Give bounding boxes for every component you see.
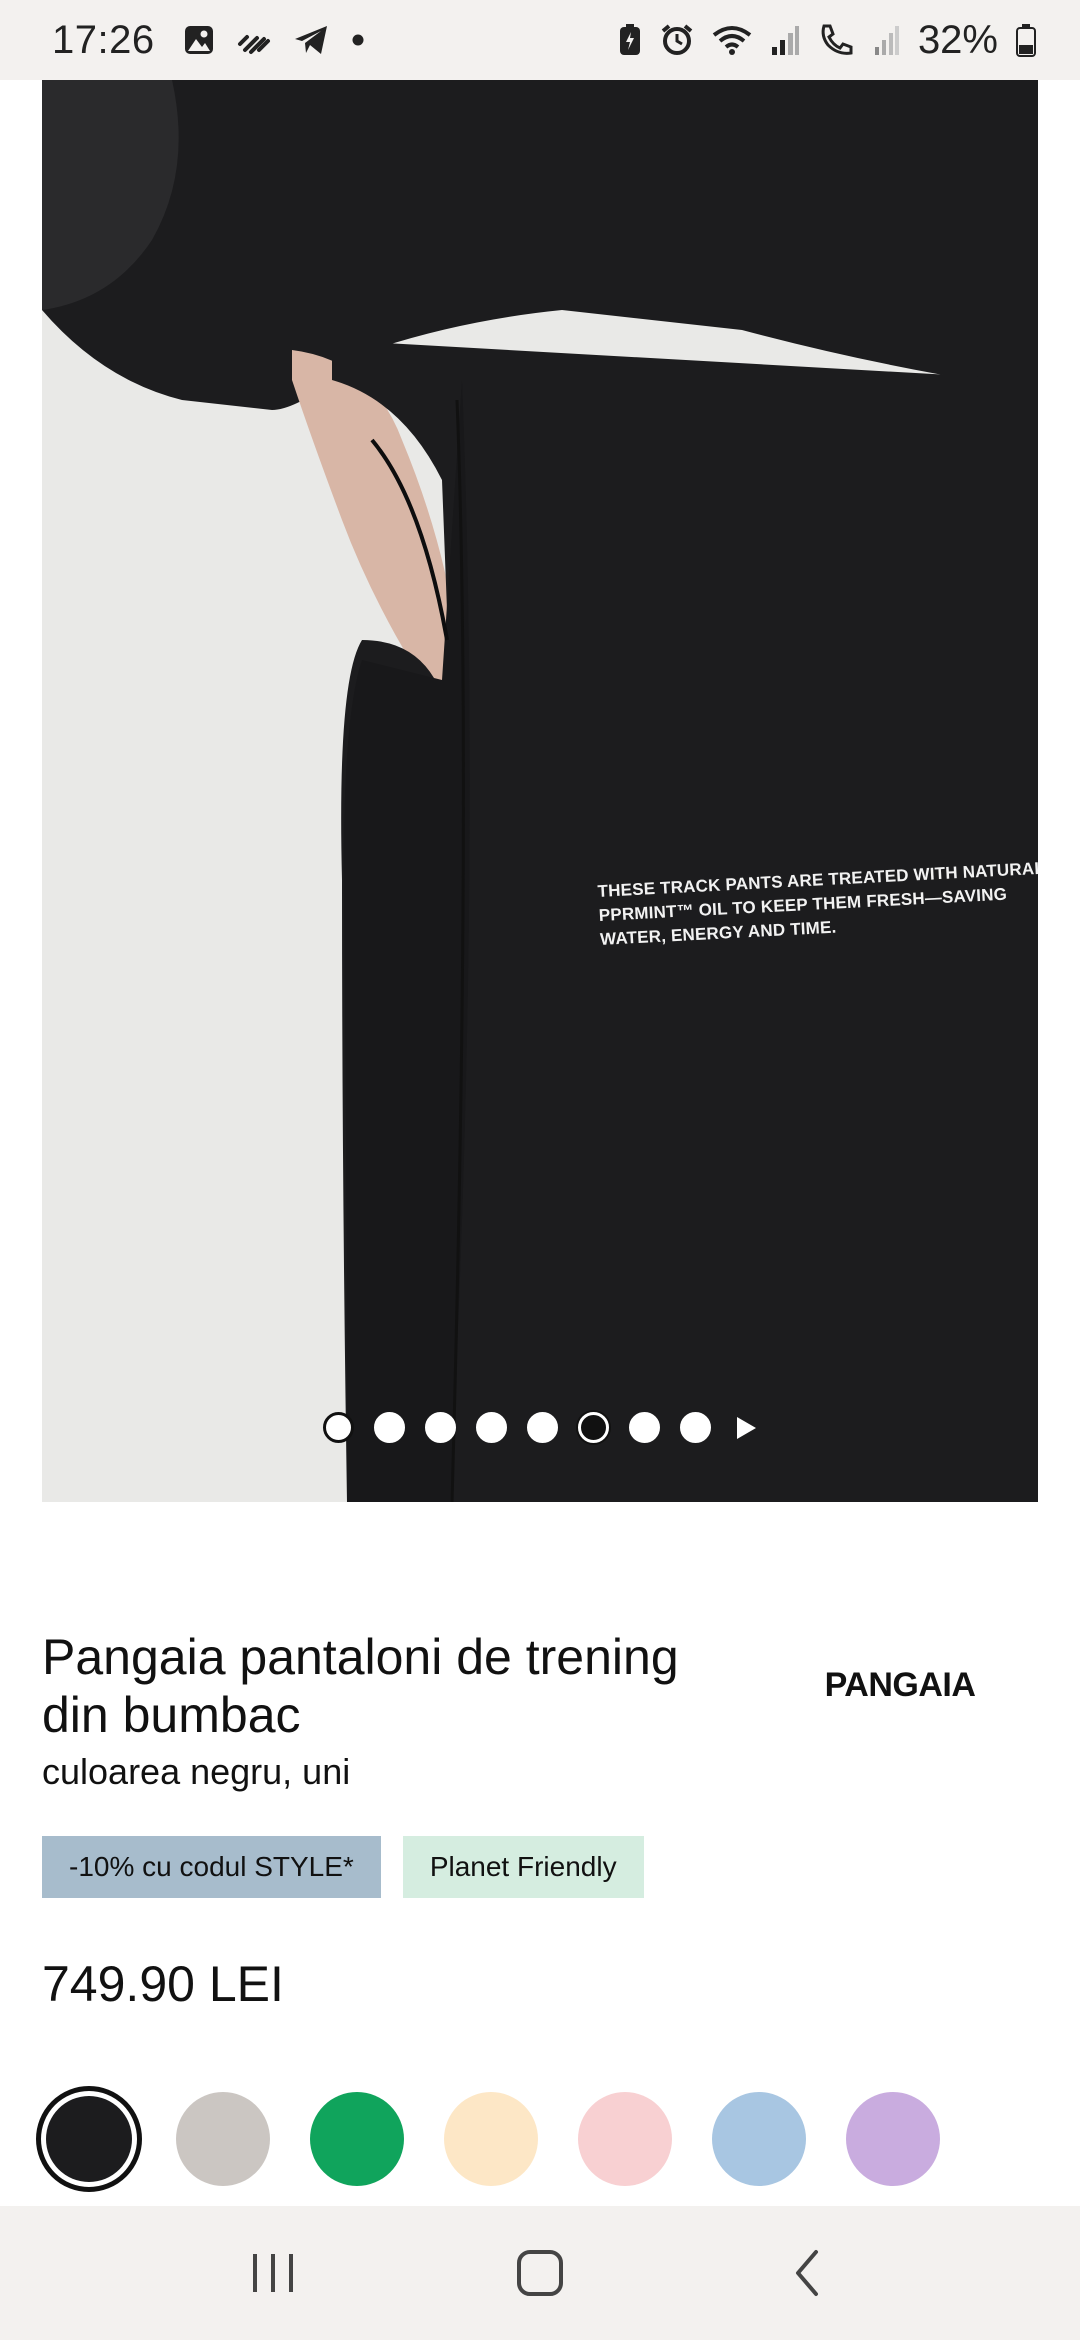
play-video-icon[interactable] [731,1412,762,1443]
carousel-dot[interactable] [628,1412,660,1443]
color-swatch-selected[interactable] [36,2086,142,2192]
system-navigation-bar [0,2206,1080,2340]
signal-icon [770,23,800,57]
product-image[interactable]: THESE TRACK PANTS ARE TREATED WITH NATUR… [42,80,1038,1502]
product-photo [42,80,1038,1502]
battery-percent: 32% [917,17,998,62]
color-swatch[interactable] [310,2092,404,2186]
carousel-dot[interactable] [475,1412,507,1443]
carousel-dot-active[interactable] [577,1412,609,1443]
image-carousel-indicators [0,1412,1080,1443]
product-price: 749.90 LEI [42,1956,284,2012]
alarm-icon [660,23,694,57]
carousel-dot[interactable] [526,1412,558,1443]
status-time: 17:26 [52,17,155,62]
color-swatch[interactable] [712,2092,806,2186]
wifi-icon [712,23,752,57]
status-bar: 17:26 32% [0,0,1080,80]
product-title-block: Pangaia pantaloni de trening din bumbac … [42,1628,702,1794]
telegram-icon [293,24,329,56]
gallery-icon [183,24,215,56]
carousel-dot[interactable] [373,1412,405,1443]
color-swatch[interactable] [444,2092,538,2186]
swatch-fill [46,2096,132,2182]
brand-logo[interactable]: PANGAIA [800,1666,1000,1705]
recents-icon[interactable] [223,2223,323,2323]
product-color-subtitle: culoarea negru, uni [42,1751,351,1792]
wifi-calling-icon [237,24,271,56]
color-swatch[interactable] [578,2092,672,2186]
carousel-dot[interactable] [679,1412,711,1443]
planet-friendly-badge[interactable]: Planet Friendly [402,1836,644,1898]
signal-weak-icon [874,23,900,57]
back-icon[interactable] [757,2223,857,2323]
home-icon[interactable] [490,2223,590,2323]
promo-code-badge[interactable]: -10% cu codul STYLE* [42,1836,381,1898]
color-swatch[interactable] [176,2092,270,2186]
carousel-dot[interactable] [322,1412,354,1443]
battery-icon [1016,23,1036,57]
call-icon [818,23,856,57]
product-badges: -10% cu codul STYLE* Planet Friendly [42,1836,644,1898]
status-right-icons: 32% [618,18,1036,63]
product-title: Pangaia pantaloni de trening din bumbac [42,1629,679,1743]
dot-icon [351,33,365,47]
carousel-dot[interactable] [424,1412,456,1443]
status-left-icons [183,24,365,56]
color-swatch[interactable] [846,2092,940,2186]
battery-saver-icon [618,23,642,57]
color-swatches [36,2086,940,2192]
